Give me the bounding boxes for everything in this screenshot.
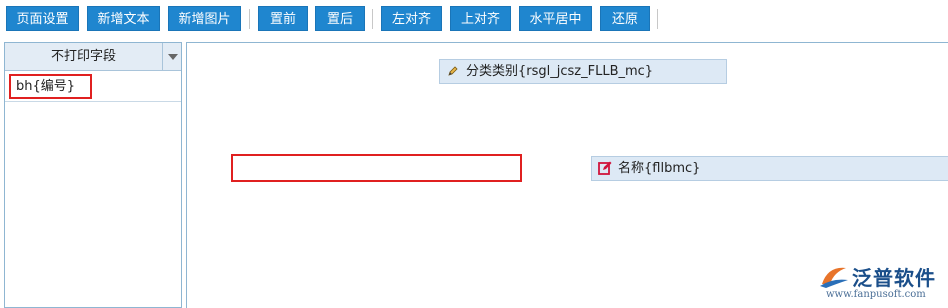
- pencil-icon: [448, 66, 458, 76]
- field-label: 分类类别{rsgl_jcsz_FLLB_mc}: [466, 64, 654, 79]
- chevron-down-icon: [168, 54, 178, 60]
- add-text-button[interactable]: 新增文本: [87, 6, 160, 31]
- canvas-field-name[interactable]: 名称{fllbmc}: [591, 156, 948, 181]
- brand-name: 泛普软件: [852, 266, 936, 290]
- logo-mark-icon: [820, 267, 848, 288]
- align-top-button[interactable]: 上对齐: [450, 6, 511, 31]
- toolbar-separator: [372, 9, 373, 29]
- panel-dropdown[interactable]: [162, 43, 181, 70]
- panel-title: 不打印字段: [50, 49, 116, 64]
- page-setup-button[interactable]: 页面设置: [6, 6, 79, 31]
- brand-url: www.fanpusoft.com: [826, 289, 926, 300]
- bring-front-button[interactable]: 置前: [258, 6, 308, 31]
- edit-icon: [598, 161, 612, 175]
- toolbar-separator: [657, 9, 658, 29]
- center-horizontal-button[interactable]: 水平居中: [519, 6, 592, 31]
- brand-logo: 泛普软件 www.fanpusoft.com: [818, 262, 948, 306]
- toolbar-separator: [249, 9, 250, 29]
- list-item[interactable]: bh{编号}: [9, 74, 92, 99]
- align-left-button[interactable]: 左对齐: [381, 6, 442, 31]
- non-printed-fields-panel: 不打印字段 bh{编号}: [4, 42, 182, 308]
- toolbar: 页面设置 新增文本 新增图片 置前 置后 左对齐 上对齐 水平居中 还原: [0, 0, 948, 38]
- panel-header: 不打印字段: [5, 43, 181, 71]
- divider: [5, 101, 181, 102]
- field-label: 名称{fllbmc}: [618, 161, 701, 176]
- highlight-box: [231, 154, 522, 182]
- send-back-button[interactable]: 置后: [315, 6, 365, 31]
- restore-button[interactable]: 还原: [600, 6, 650, 31]
- add-image-button[interactable]: 新增图片: [168, 6, 241, 31]
- canvas-field-category[interactable]: 分类类别{rsgl_jcsz_FLLB_mc}: [439, 59, 727, 84]
